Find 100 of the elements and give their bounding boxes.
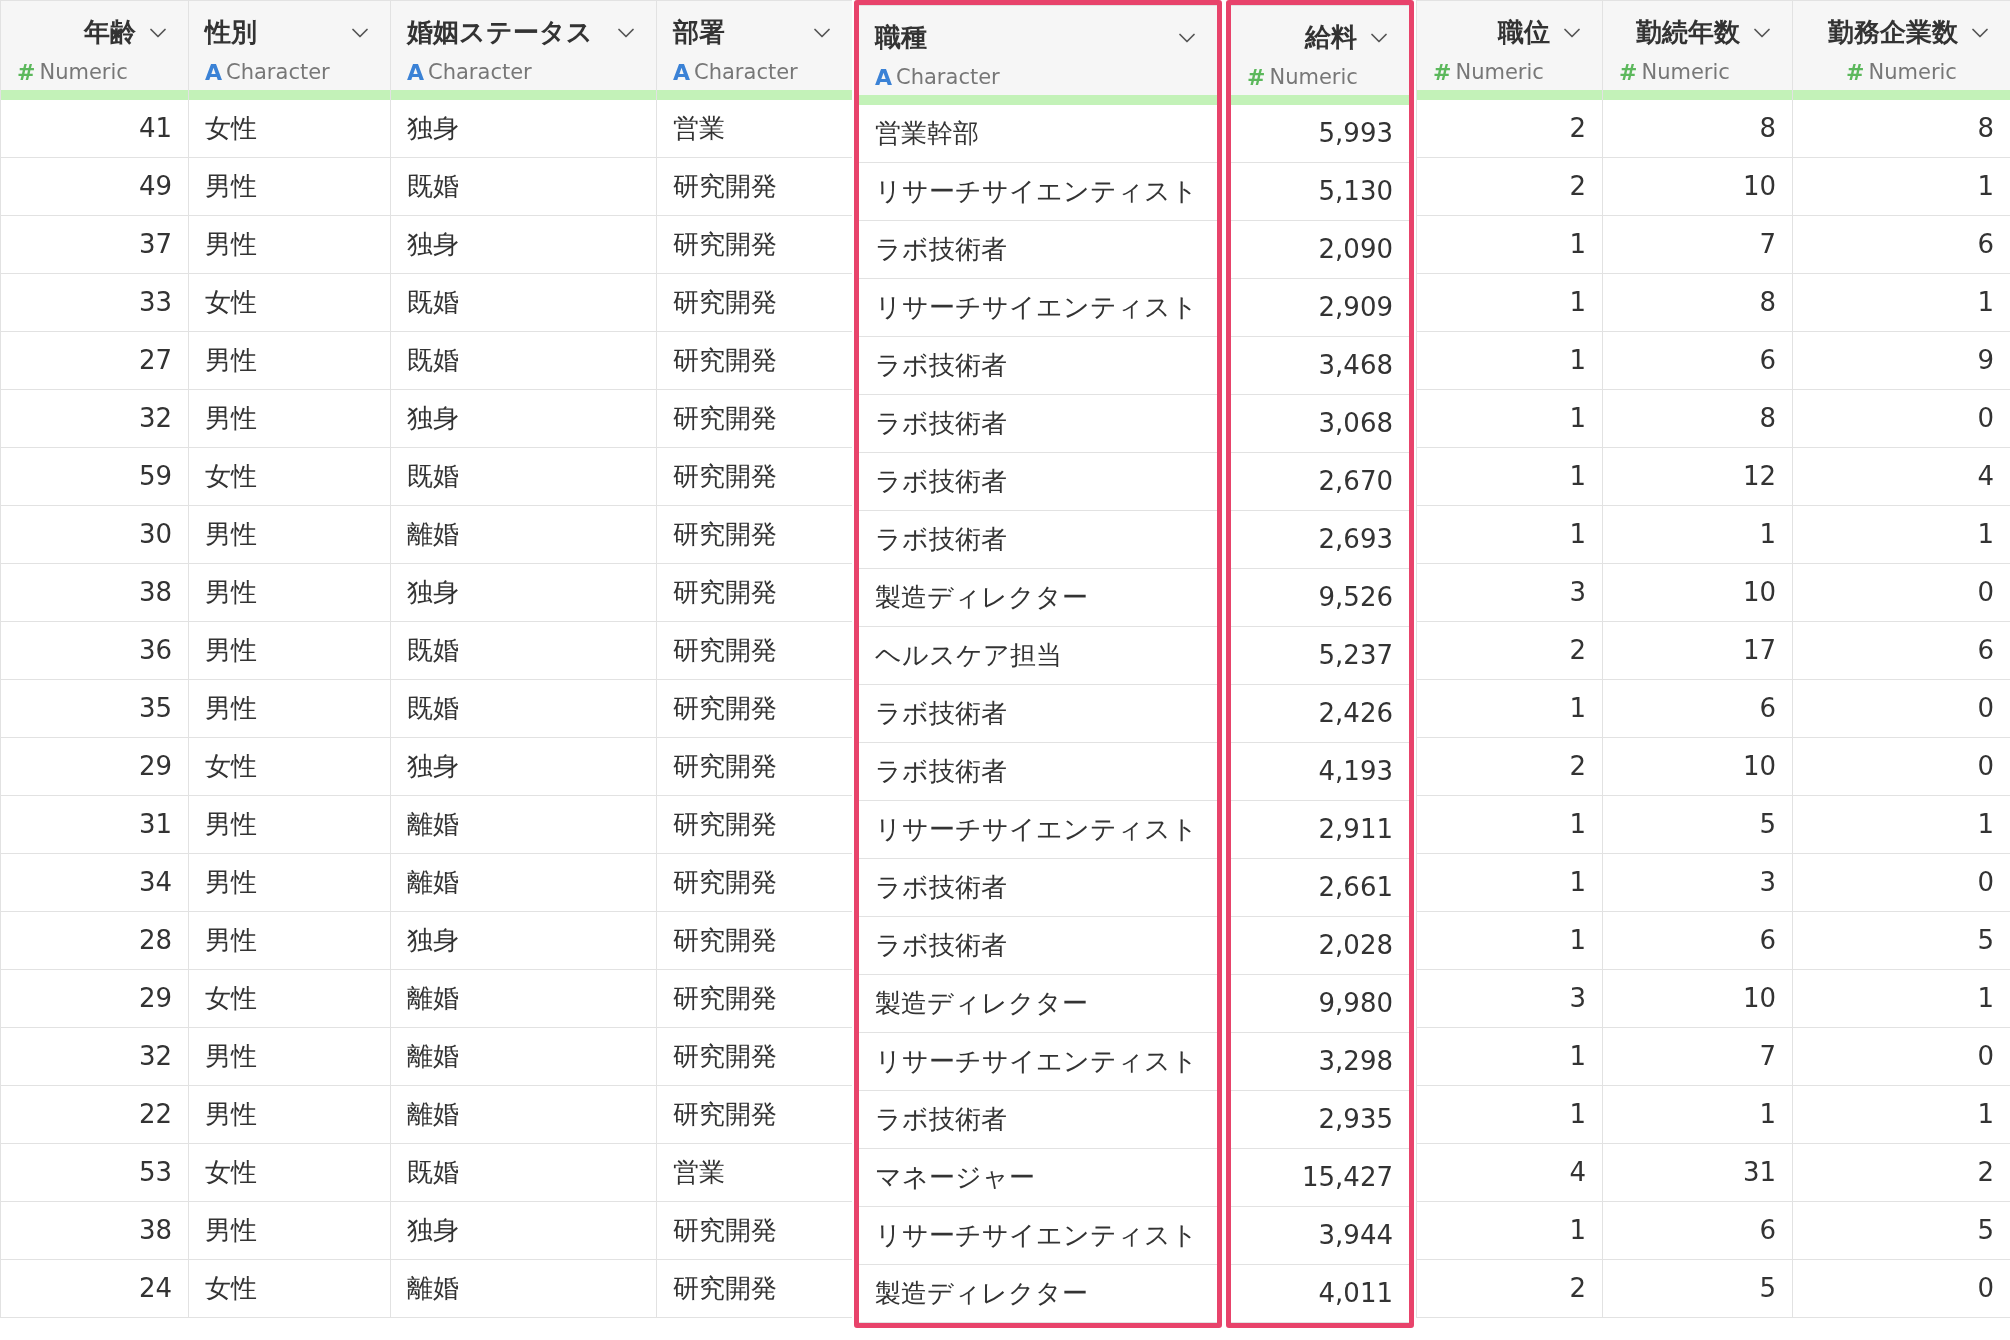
table-cell: 24 — [1, 1260, 188, 1318]
table-cell: 35 — [1, 680, 188, 738]
table-cell: 22 — [1, 1086, 188, 1144]
type-icon: # — [1247, 61, 1266, 94]
table-cell: 17 — [1603, 622, 1792, 680]
table-cell: 30 — [1, 506, 188, 564]
table-cell: 4 — [1417, 1144, 1602, 1202]
column-header[interactable]: 勤務企業数 # Numeric — [1793, 0, 2010, 90]
table-cell: 男性 — [189, 854, 390, 912]
column-title: 給料 — [1305, 21, 1357, 54]
table-cell: 1 — [1417, 274, 1602, 332]
table-cell: 離婚 — [391, 796, 656, 854]
table-cell: 離婚 — [391, 1260, 656, 1318]
table-cell: 製造ディレクター — [859, 1265, 1217, 1323]
column-header[interactable]: 勤続年数 # Numeric — [1603, 0, 1792, 90]
table-cell: 2 — [1793, 1144, 2010, 1202]
table-cell: 3,944 — [1231, 1207, 1409, 1265]
table-cell: 離婚 — [391, 854, 656, 912]
column-title: 勤続年数 — [1636, 16, 1740, 49]
table-cell: 男性 — [189, 216, 390, 274]
table-cell: 男性 — [189, 680, 390, 738]
table-cell: 研究開発 — [657, 970, 852, 1028]
table-cell: 研究開発 — [657, 1260, 852, 1318]
table-cell: 37 — [1, 216, 188, 274]
type-icon: A — [407, 56, 425, 89]
table-cell: 研究開発 — [657, 564, 852, 622]
table-cell: 女性 — [189, 448, 390, 506]
table-cell: 0 — [1793, 680, 2010, 738]
table-cell: ラボ技術者 — [859, 917, 1217, 975]
table-cell: 既婚 — [391, 274, 656, 332]
table-cell: リサーチサイエンティスト — [859, 1033, 1217, 1091]
table-cell: 0 — [1793, 738, 2010, 796]
table-cell: 29 — [1, 970, 188, 1028]
table-cell: マネージャー — [859, 1149, 1217, 1207]
table-cell: 1 — [1793, 970, 2010, 1028]
table-cell: 1 — [1417, 1202, 1602, 1260]
table-cell: 2 — [1417, 158, 1602, 216]
table-cell: 8 — [1603, 100, 1792, 158]
type-icon: A — [875, 61, 893, 94]
table-cell: 9 — [1793, 332, 2010, 390]
column-header[interactable]: 年齢 # Numeric — [1, 0, 188, 90]
column-header[interactable]: 職種 A Character — [859, 5, 1217, 95]
type-icon: A — [673, 56, 691, 89]
table-cell: 独身 — [391, 564, 656, 622]
table-cell: 既婚 — [391, 1144, 656, 1202]
table-cell: 男性 — [189, 506, 390, 564]
table-cell: 研究開発 — [657, 158, 852, 216]
table-cell: 38 — [1, 564, 188, 622]
table-cell: 2,028 — [1231, 917, 1409, 975]
column-type: Numeric — [39, 58, 128, 86]
table-cell: 7 — [1603, 1028, 1792, 1086]
table-cell: 独身 — [391, 1202, 656, 1260]
table-cell: 1 — [1603, 506, 1792, 564]
column-title: 部署 — [673, 16, 725, 49]
table-cell: 8 — [1793, 100, 2010, 158]
table-cell: 研究開発 — [657, 622, 852, 680]
table-cell: 男性 — [189, 1202, 390, 1260]
table-cell: ラボ技術者 — [859, 743, 1217, 801]
table-cell: 5 — [1603, 796, 1792, 854]
table-cell: 独身 — [391, 390, 656, 448]
column-header[interactable]: 部署 A Character — [657, 0, 852, 90]
table-cell: 営業幹部 — [859, 105, 1217, 163]
column-header[interactable]: 職位 # Numeric — [1417, 0, 1602, 90]
table-cell: 53 — [1, 1144, 188, 1202]
column-title: 年齢 — [84, 16, 136, 49]
column-type: Numeric — [1269, 63, 1358, 91]
table-cell: 研究開発 — [657, 274, 852, 332]
table-cell: 男性 — [189, 332, 390, 390]
table-cell: 1 — [1417, 796, 1602, 854]
table-cell: 6 — [1603, 912, 1792, 970]
table-cell: 5,993 — [1231, 105, 1409, 163]
table-cell: 男性 — [189, 1028, 390, 1086]
table-cell: 49 — [1, 158, 188, 216]
table-cell: 研究開発 — [657, 506, 852, 564]
table-cell: 1 — [1793, 506, 2010, 564]
table-cell: 29 — [1, 738, 188, 796]
column-type: Numeric — [1455, 58, 1544, 86]
table-cell: 6 — [1603, 680, 1792, 738]
column-header[interactable]: 婚姻ステータス A Character — [391, 0, 656, 90]
table-cell: 0 — [1793, 564, 2010, 622]
column-type: Character — [226, 58, 330, 86]
table-cell: ラボ技術者 — [859, 221, 1217, 279]
table-cell: 独身 — [391, 100, 656, 158]
table-cell: 4 — [1793, 448, 2010, 506]
table-cell: 男性 — [189, 796, 390, 854]
table-cell: リサーチサイエンティスト — [859, 163, 1217, 221]
table-cell: 0 — [1793, 390, 2010, 448]
table-cell: 営業 — [657, 100, 852, 158]
table-cell: 10 — [1603, 158, 1792, 216]
column-title: 職位 — [1498, 16, 1550, 49]
table-cell: 3 — [1417, 564, 1602, 622]
table-cell: 研究開発 — [657, 1202, 852, 1260]
table-cell: 1 — [1417, 1086, 1602, 1144]
column-header[interactable]: 性別 A Character — [189, 0, 390, 90]
table-cell: 男性 — [189, 564, 390, 622]
table-cell: 2,909 — [1231, 279, 1409, 337]
table-cell: 研究開発 — [657, 912, 852, 970]
column-header[interactable]: 給料 # Numeric — [1231, 5, 1409, 95]
column-type: Character — [896, 63, 1000, 91]
table-cell: 女性 — [189, 970, 390, 1028]
